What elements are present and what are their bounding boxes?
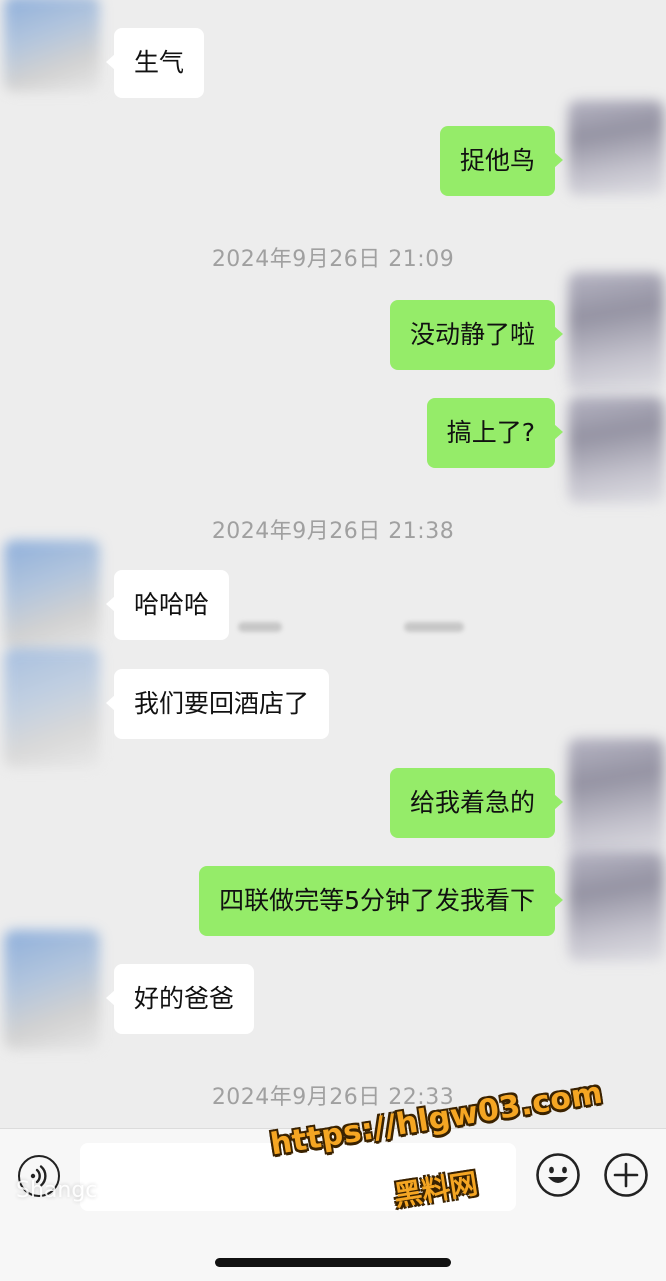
contact-avatar[interactable] <box>4 0 100 92</box>
emoji-icon <box>536 1153 580 1197</box>
contact-avatar[interactable] <box>4 930 100 1050</box>
message-bubble-outgoing[interactable]: 给我着急的 <box>389 768 564 838</box>
self-avatar[interactable] <box>568 396 664 504</box>
message-bubble-incoming[interactable]: 我们要回酒店了 <box>105 669 330 739</box>
message-timestamp: 2024年9月26日 21:09 <box>211 247 455 272</box>
message-bubble-outgoing[interactable]: 搞上了? <box>426 398 564 468</box>
self-avatar[interactable] <box>568 738 664 858</box>
home-indicator[interactable] <box>215 1258 451 1267</box>
message-bubble-incoming[interactable]: 哈哈哈 <box>105 570 230 640</box>
contact-avatar[interactable] <box>4 648 100 768</box>
message-bubble-outgoing[interactable]: 四联做完等5分钟了发我看下 <box>199 866 563 936</box>
redaction-smudge <box>404 622 464 632</box>
chat-message-list[interactable]: 生气 捉他鸟 2024年9月26日 21:09 没动静了啦 搞上了? 2024年… <box>0 0 666 1128</box>
message-bubble-outgoing[interactable]: 没动静了啦 <box>389 300 564 370</box>
message-bubble-incoming[interactable]: 好的爸爸 <box>105 964 255 1034</box>
more-options-button[interactable] <box>603 1152 649 1198</box>
redaction-smudge <box>238 622 282 632</box>
input-ghost-text: Shangc <box>16 1178 98 1203</box>
plus-icon <box>604 1153 648 1197</box>
self-avatar[interactable] <box>568 100 664 196</box>
self-avatar[interactable] <box>568 272 664 392</box>
message-bubble-outgoing[interactable]: 捉他鸟 <box>439 126 564 196</box>
message-bubble-incoming[interactable]: 生气 <box>105 28 205 98</box>
emoji-button[interactable] <box>535 1152 581 1198</box>
message-timestamp: 2024年9月26日 21:38 <box>211 519 455 544</box>
self-avatar[interactable] <box>568 852 664 962</box>
contact-avatar[interactable] <box>4 540 100 650</box>
